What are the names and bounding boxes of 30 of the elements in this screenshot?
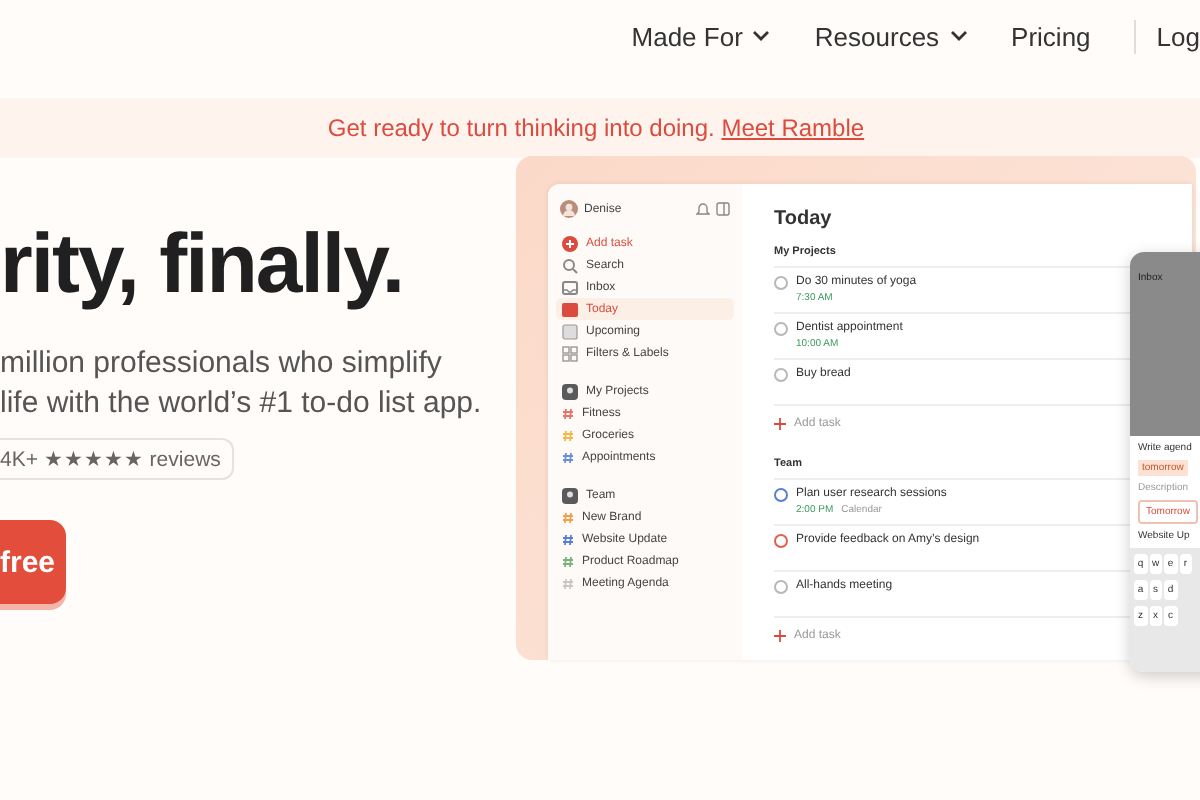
hero-description: million professionals who simplify life with the world’s #1 to-do list app. (0, 344, 484, 424)
avatar-icon (560, 200, 578, 218)
plus-icon (562, 235, 578, 251)
hero-heading: rity, finally. (0, 214, 405, 314)
sidebar-toggle-icon[interactable] (716, 202, 730, 216)
chevron-down-icon (949, 30, 968, 42)
task-checkbox[interactable] (774, 368, 788, 382)
nav-link[interactable]: Pricing (1011, 21, 1091, 51)
plus-icon (774, 630, 786, 642)
page-title: Today (774, 208, 834, 230)
task-checkbox[interactable] (774, 488, 788, 502)
reviews-badge: 4K+ ★★★★★ reviews (0, 438, 235, 480)
task-checkbox[interactable] (774, 322, 788, 336)
search-icon (562, 257, 578, 273)
banner-text: Get ready to turn thinking into doing. Meet Ramble (327, 114, 865, 142)
nav-link[interactable]: Log (1156, 21, 1200, 51)
task-checkbox[interactable] (774, 276, 788, 290)
nav-link[interactable]: Made For (631, 21, 771, 51)
task-checkbox[interactable] (774, 580, 788, 594)
meet-ramble-link[interactable]: Meet Ramble (721, 114, 865, 142)
group-avatar-icon (562, 383, 578, 399)
task-checkbox[interactable] (774, 534, 788, 548)
grid-icon (562, 345, 578, 361)
group-avatar-icon (562, 487, 578, 503)
bell-icon[interactable] (696, 202, 710, 216)
start-free-button[interactable]: free (0, 520, 66, 604)
nav-link[interactable]: Resources (814, 21, 968, 51)
chevron-down-icon (752, 30, 771, 42)
plus-icon (774, 418, 786, 430)
inbox-icon (562, 279, 578, 295)
